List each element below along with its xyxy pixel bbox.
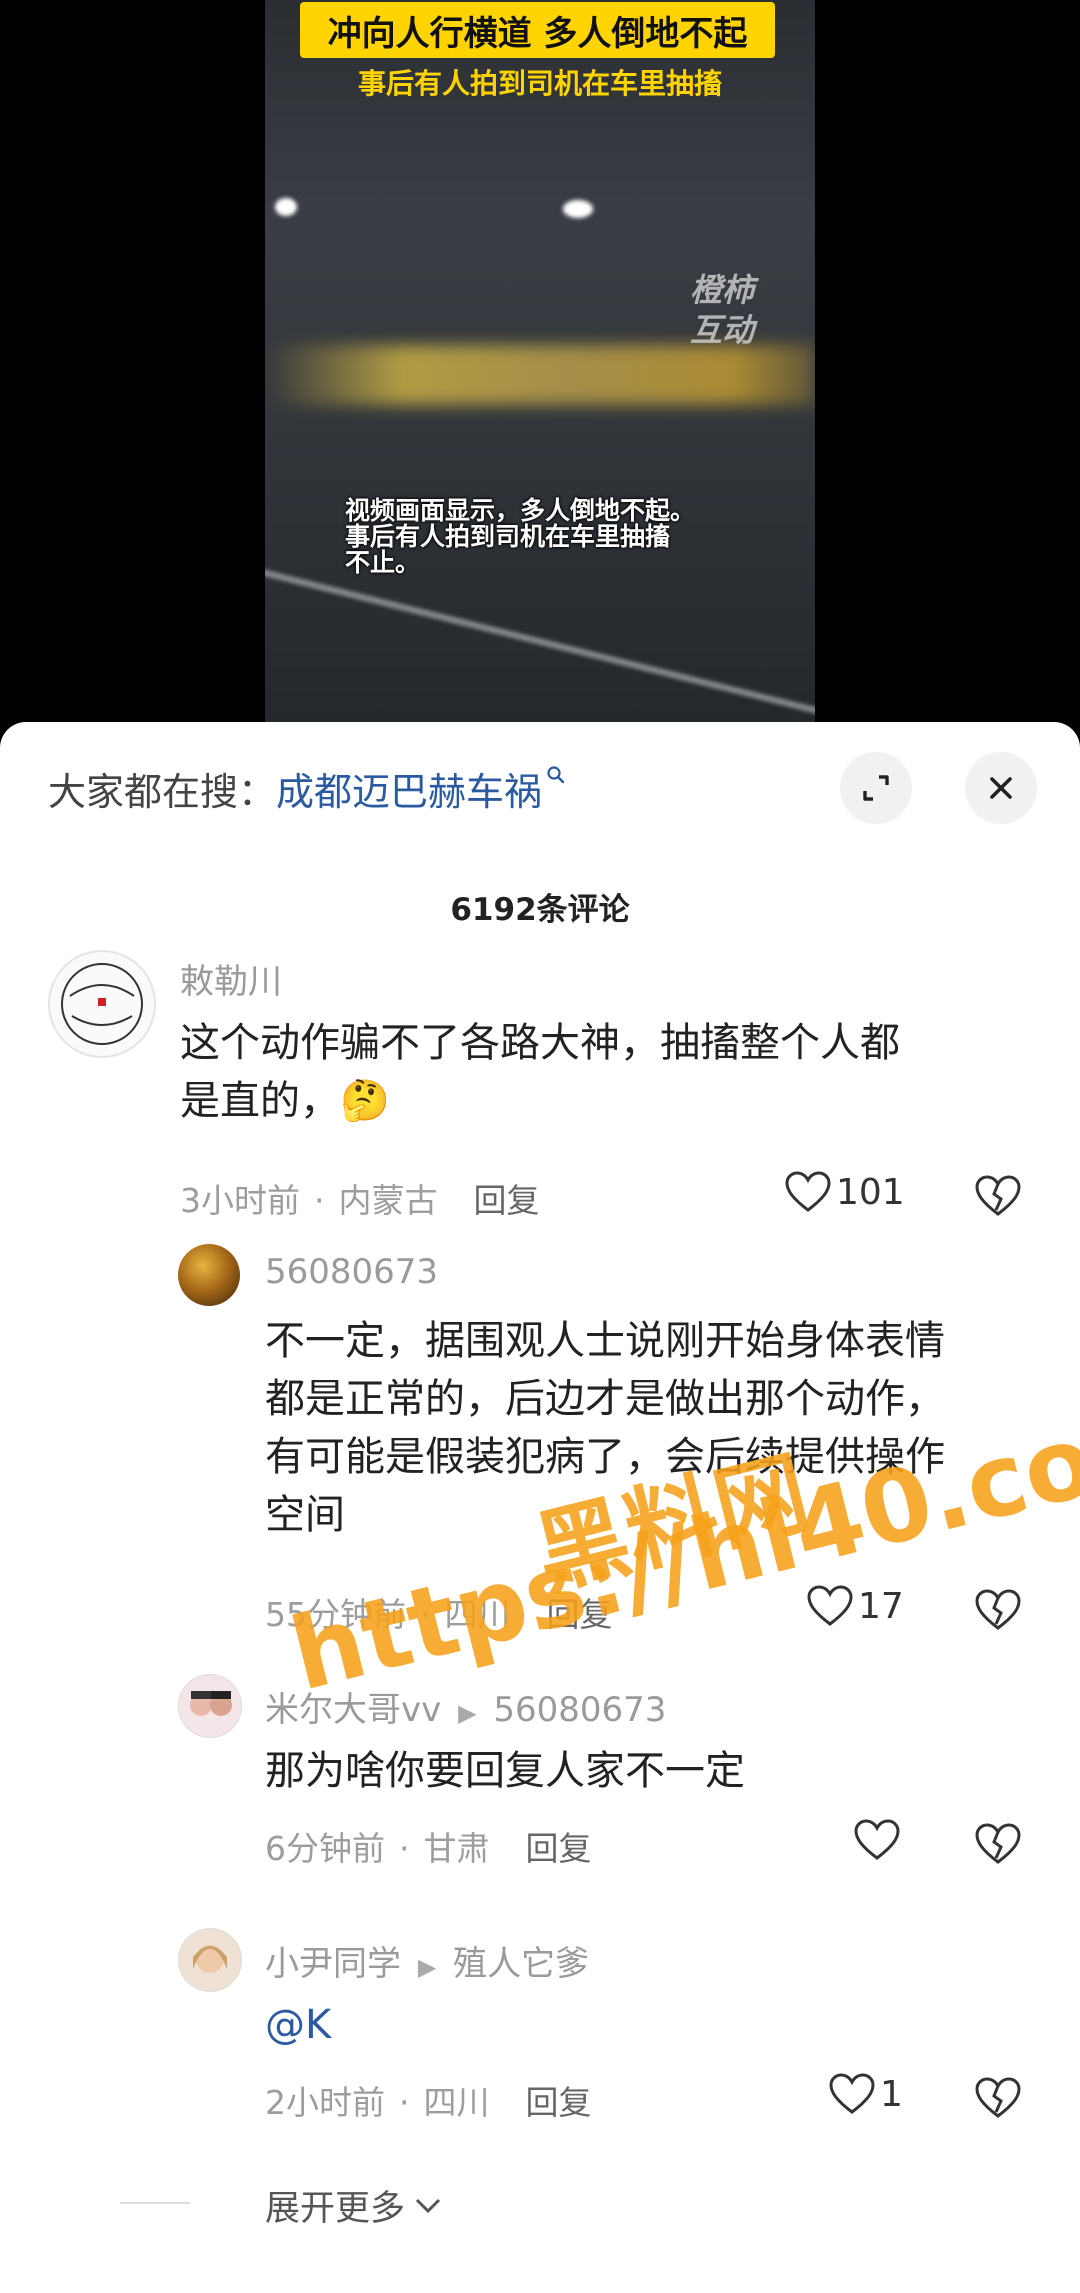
reply-button[interactable]: 回复 [474,1181,540,1220]
comment-time: 6分钟前 [265,1829,385,1868]
heart-icon [829,2073,875,2114]
broken-heart-icon [975,1175,1021,1216]
comment-username[interactable]: 敕勒川 [180,954,282,1003]
avatar[interactable] [178,1244,240,1306]
heart-icon [807,1585,853,1626]
like-count: 101 [836,1171,905,1213]
reply-button[interactable]: 回复 [526,1829,592,1868]
comment-meta: 3小时前 · 内蒙古 回复 [180,1181,540,1220]
comment-username[interactable]: 56080673 [265,1252,438,1292]
comment-text: 这个动作骗不了各路大神，抽搐整个人都 是直的，🤔 [180,1020,900,1124]
comment-username[interactable]: 小尹同学 ▶ 殖人它爹 [265,1936,589,1985]
like-button[interactable] [853,1818,905,1862]
broken-heart-icon [975,1589,1021,1630]
source-watermark: 橙柿 互动 [690,271,755,349]
chevron-down-icon [415,2198,441,2213]
broken-heart-icon [975,1823,1021,1864]
like-count: 17 [858,1585,904,1627]
broken-heart-icon [975,2077,1021,2118]
street-lamp [563,200,593,218]
like-count: 1 [880,2073,903,2115]
expand-more-button[interactable]: 展开更多 [265,2180,445,2231]
trending-search-label: 大家都在搜： [48,769,277,814]
dislike-button[interactable] [974,2076,1022,2124]
avatar[interactable] [178,1928,242,1992]
comment-location: 四川 [423,2083,490,2122]
reply-button[interactable]: 回复 [526,2083,592,2122]
avatar[interactable] [48,950,156,1058]
heart-icon [854,1819,900,1860]
reply-arrow-icon: ▶ [417,1953,437,1981]
video-frame[interactable] [265,0,815,722]
divider [120,2202,190,2204]
video-subheadline: 事后有人拍到司机在车里抽搐 [357,67,722,100]
comment-text: 那为啥你要回复人家不一定 [265,1748,745,1794]
dislike-button[interactable] [974,1174,1022,1222]
reply-to-username[interactable]: 56080673 [493,1690,666,1730]
video-headline: 冲向人行横道 多人倒地不起 [300,2,775,58]
comment-meta: 6分钟前 · 甘肃 回复 [265,1829,592,1868]
comment-location: 内蒙古 [338,1181,438,1220]
search-icon [546,765,566,791]
video-player[interactable]: 冲向人行横道 多人倒地不起 事后有人拍到司机在车里抽搐 橙柿 互动 视频画面显示… [0,0,1080,740]
video-caption: 视频画面显示，多人倒地不起。 事后有人拍到司机在车里抽搐 不止。 [345,496,696,577]
username-text: 小尹同学 [265,1944,401,1984]
fullscreen-button[interactable] [840,752,912,824]
road-marking [265,560,815,722]
close-button[interactable] [965,752,1037,824]
dislike-button[interactable] [974,1588,1022,1636]
heart-icon [785,1171,831,1212]
trending-search[interactable]: 大家都在搜： 成都迈巴赫车祸 [48,758,566,818]
mention-link[interactable]: @K [265,1996,1045,2054]
reply-to-username[interactable]: 殖人它爹 [453,1944,589,1984]
avatar[interactable] [178,1674,242,1738]
like-button[interactable]: 101 [784,1170,905,1214]
like-button[interactable]: 1 [828,2072,903,2116]
expand-icon [863,775,889,801]
reply-arrow-icon: ▶ [458,1699,477,1727]
close-icon [990,777,1012,799]
comment-meta: 2小时前 · 四川 回复 [265,2083,592,2122]
thinking-emoji: 🤔 [340,1078,390,1124]
trending-search-term[interactable]: 成都迈巴赫车祸 [276,761,542,816]
comment-time: 2小时前 [265,2083,385,2122]
street-lamp [275,198,297,216]
street-light-glow [265,345,815,405]
comment-location: 甘肃 [423,1829,490,1868]
dislike-button[interactable] [974,1822,1022,1870]
expand-more-label: 展开更多 [265,2189,406,2229]
like-button[interactable]: 17 [806,1584,904,1628]
comment-time: 3小时前 [180,1181,300,1220]
comment-count: 6192条评论 [450,892,630,928]
